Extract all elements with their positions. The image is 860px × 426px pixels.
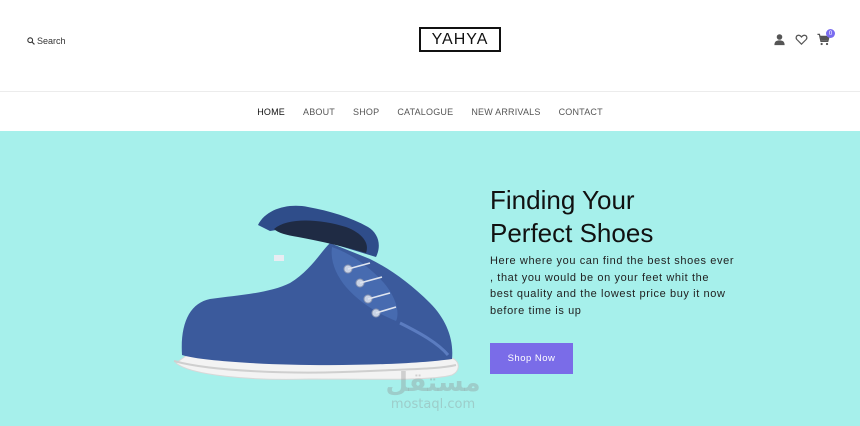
- search-icon: [27, 37, 35, 45]
- mostaql-watermark: مستقل mostaql.com: [378, 369, 488, 421]
- nav-item-shop[interactable]: SHOP: [353, 107, 379, 117]
- nav-item-catalogue[interactable]: CATALOGUE: [397, 107, 453, 117]
- top-header: Search YAHYA 0: [0, 0, 860, 92]
- search-label[interactable]: Search: [37, 36, 66, 46]
- search-box[interactable]: Search: [27, 36, 66, 46]
- heart-icon[interactable]: [795, 33, 808, 46]
- header-icons: 0: [773, 29, 835, 46]
- cart-count-badge: 0: [826, 29, 835, 38]
- user-icon[interactable]: [773, 33, 786, 46]
- hero-banner: Finding Your Perfect Shoes Here where yo…: [0, 131, 860, 426]
- nav-item-about[interactable]: ABOUT: [303, 107, 335, 117]
- nav-item-new-arrivals[interactable]: NEW ARRIVALS: [471, 107, 540, 117]
- nav-item-contact[interactable]: CONTACT: [559, 107, 603, 117]
- cart-icon[interactable]: 0: [817, 29, 835, 46]
- hero-title-line-1: Finding Your: [490, 185, 635, 215]
- shop-now-button[interactable]: Shop Now: [490, 343, 573, 374]
- shoe-image: [173, 205, 459, 380]
- nav-item-home[interactable]: HOME: [257, 107, 285, 117]
- hero-title: Finding Your Perfect Shoes: [490, 184, 750, 250]
- hero-title-line-2: Perfect Shoes: [490, 218, 654, 248]
- hero-description: Here where you can find the best shoes e…: [490, 255, 735, 317]
- site-logo[interactable]: YAHYA: [419, 27, 501, 52]
- watermark-arabic: مستقل: [385, 368, 481, 398]
- main-nav: HOME ABOUT SHOP CATALOGUE NEW ARRIVALS C…: [0, 92, 860, 131]
- watermark-latin: mostaql.com: [390, 397, 476, 412]
